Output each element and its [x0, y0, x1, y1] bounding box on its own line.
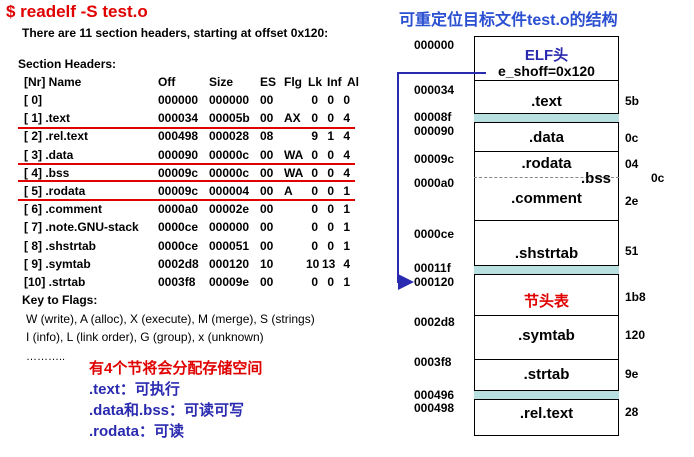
e-shoff-pointer-arrow	[397, 72, 486, 290]
